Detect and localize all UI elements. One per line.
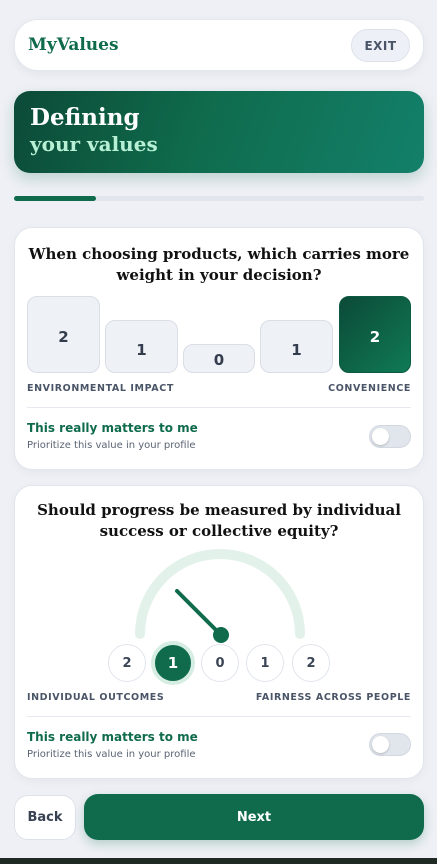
matters-toggle[interactable]: [369, 425, 411, 448]
gauge-arc: [135, 549, 305, 639]
divider: [27, 407, 411, 408]
right-pole-label: CONVENIENCE: [328, 383, 411, 394]
matters-title: This really matters to me: [27, 421, 198, 435]
scale-option-right-2[interactable]: 2: [292, 644, 330, 682]
left-pole-label: ENVIRONMENTAL IMPACT: [27, 383, 174, 394]
right-pole-label: FAIRNESS ACROSS PEOPLE: [255, 692, 411, 703]
scale-option-neutral[interactable]: 0: [183, 344, 255, 373]
matters-subtitle: Prioritize this value in your profile: [27, 440, 196, 451]
toggle-knob: [372, 428, 389, 445]
matters-subtitle: Prioritize this value in your profile: [27, 749, 196, 760]
scale-option-left-1[interactable]: 1: [105, 320, 178, 373]
scale-option-right-1[interactable]: 1: [260, 320, 333, 373]
gauge-needle: [175, 589, 223, 637]
back-button[interactable]: Back: [14, 795, 76, 840]
question-card-products: When choosing products, which carries mo…: [14, 227, 424, 470]
app-header: MyValues EXIT: [14, 19, 424, 71]
left-pole-label: INDIVIDUAL OUTCOMES: [27, 692, 165, 703]
divider: [27, 716, 411, 717]
scale-option-neutral[interactable]: 0: [201, 644, 239, 682]
progress-fill: [14, 196, 96, 201]
scale-option-left-2[interactable]: 2: [108, 644, 146, 682]
scale-option-left-2[interactable]: 2: [27, 296, 100, 373]
question-text: When choosing products, which carries mo…: [28, 245, 410, 284]
gauge-pivot: [213, 627, 229, 643]
bottom-strip: [0, 858, 437, 864]
toggle-knob: [372, 736, 389, 753]
scale-option-right-2[interactable]: 2: [339, 296, 411, 373]
question-card-progress: Should progress be measured by individua…: [14, 485, 424, 779]
progress-bar: [14, 196, 424, 201]
scale-option-right-1[interactable]: 1: [246, 644, 284, 682]
app-brand: MyValues: [28, 35, 119, 55]
hero-title: Defining: [30, 104, 140, 131]
hero-banner: Defining your values: [14, 91, 424, 173]
hero-subtitle: your values: [30, 132, 158, 156]
next-button[interactable]: Next: [84, 794, 424, 840]
matters-title: This really matters to me: [27, 730, 198, 744]
exit-button[interactable]: EXIT: [351, 29, 410, 62]
scale-option-left-1[interactable]: 1: [151, 641, 195, 685]
matters-toggle[interactable]: [369, 733, 411, 756]
